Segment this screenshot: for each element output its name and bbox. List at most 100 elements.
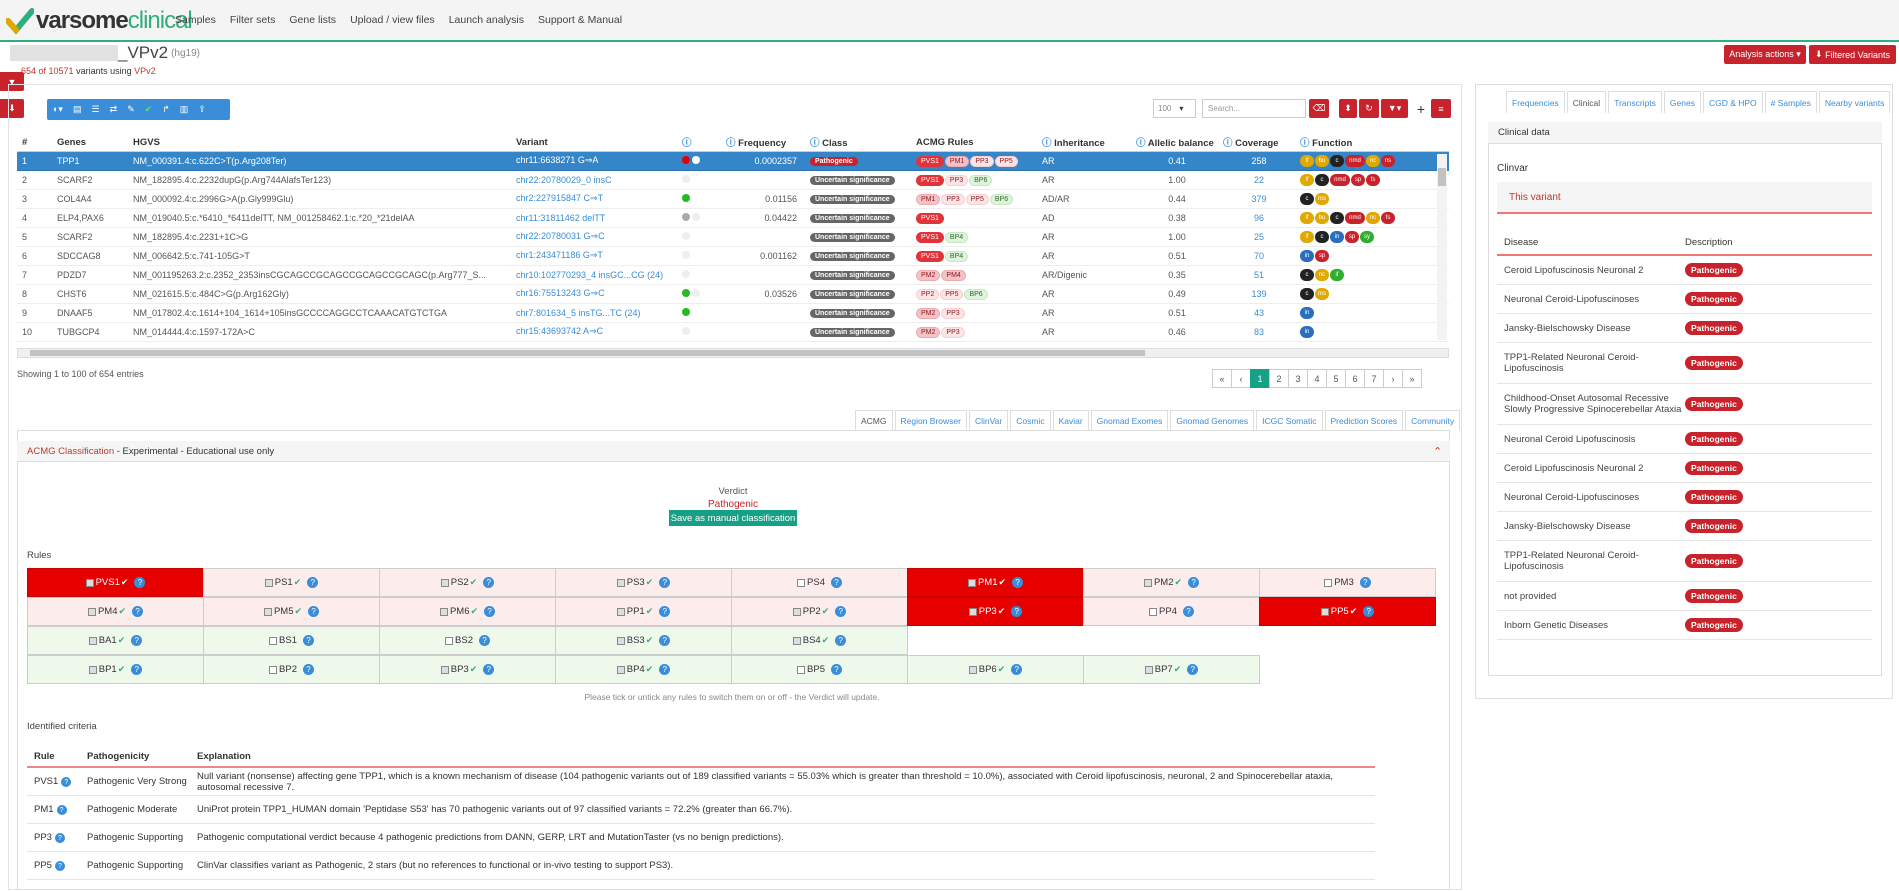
variant-link[interactable]: chr10:102770293_4 insGC...CG (24) xyxy=(516,270,663,280)
help-icon[interactable]: ? xyxy=(659,606,671,617)
rule-checkbox[interactable] xyxy=(968,607,977,616)
help-icon[interactable]: ? xyxy=(132,606,144,617)
rule-cell-ba1[interactable]: BA1 ✔? xyxy=(27,626,204,655)
help-icon[interactable]: ? xyxy=(134,577,146,588)
rule-checkbox[interactable] xyxy=(263,607,272,616)
collapse-chevron-icon[interactable]: ⌃ xyxy=(1433,445,1442,458)
rule-checkbox[interactable] xyxy=(616,665,625,674)
rule-cell-ps1[interactable]: PS1 ✔? xyxy=(203,568,380,597)
refresh-button[interactable]: ↻ xyxy=(1359,99,1379,118)
col-header-frequency[interactable]: ⓘ Frequency xyxy=(721,134,805,152)
page-button[interactable]: 1 xyxy=(1250,369,1270,388)
col-header-function[interactable]: ⓘ Function xyxy=(1295,134,1449,152)
rule-cell-pm3[interactable]: PM3? xyxy=(1259,568,1436,597)
rule-checkbox[interactable] xyxy=(1324,578,1333,587)
rule-cell-pp2[interactable]: PP2 ✔? xyxy=(731,597,908,626)
rule-cell-bp5[interactable]: BP5? xyxy=(731,655,908,684)
coverage-link[interactable]: 25 xyxy=(1254,232,1264,242)
variant-link[interactable]: chr2:227915847 C⇒T xyxy=(516,193,603,203)
coverage-link[interactable]: 51 xyxy=(1254,270,1264,280)
filter-menu-button[interactable]: ▼▾ xyxy=(1381,99,1408,118)
col-header-allelic[interactable]: ⓘ Allelic balance xyxy=(1131,134,1218,152)
variant-link[interactable]: chr11:6638271 G⇒A xyxy=(516,155,598,165)
tab-clinvar[interactable]: ClinVar xyxy=(968,410,1009,430)
rule-checkbox[interactable] xyxy=(797,665,806,674)
page-button[interactable]: 2 xyxy=(1269,369,1289,388)
rule-checkbox[interactable] xyxy=(264,578,273,587)
nav-support-manual[interactable]: Support & Manual xyxy=(538,14,622,26)
rule-cell-pm5[interactable]: PM5 ✔? xyxy=(203,597,380,626)
search-input[interactable]: Search... xyxy=(1202,99,1306,118)
nav-launch-analysis[interactable]: Launch analysis xyxy=(449,14,524,26)
help-icon[interactable]: ? xyxy=(131,635,143,646)
tab-nearby-variants[interactable]: Nearby variants xyxy=(1818,91,1891,113)
page-button[interactable]: 7 xyxy=(1364,369,1384,388)
rule-cell-bs1[interactable]: BS1? xyxy=(203,626,380,655)
rule-cell-bp7[interactable]: BP7 ✔? xyxy=(1083,655,1260,684)
coverage-link[interactable]: 139 xyxy=(1251,289,1266,299)
help-icon[interactable]: ? xyxy=(302,635,314,646)
tab-transcripts[interactable]: Transcripts xyxy=(1608,91,1662,113)
page-button[interactable]: ‹ xyxy=(1231,369,1251,388)
help-icon[interactable]: ? xyxy=(1182,606,1194,617)
page-button[interactable]: 6 xyxy=(1345,369,1365,388)
rule-checkbox[interactable] xyxy=(1143,578,1152,587)
rule-cell-pm4[interactable]: PM4 ✔? xyxy=(27,597,204,626)
page-button[interactable]: › xyxy=(1383,369,1403,388)
tab-acmg[interactable]: ACMG xyxy=(855,410,893,430)
add-button[interactable]: + xyxy=(1411,99,1431,118)
list-icon[interactable]: ☰ xyxy=(91,104,99,115)
help-icon[interactable]: ? xyxy=(659,635,671,646)
tab-gnomad-exomes[interactable]: Gnomad Exomes xyxy=(1090,410,1169,430)
help-icon[interactable]: ? xyxy=(835,635,847,646)
filter-link[interactable]: VPv2 xyxy=(134,66,156,76)
rule-cell-bp6[interactable]: BP6 ✔? xyxy=(907,655,1084,684)
page-button[interactable]: « xyxy=(1212,369,1232,388)
rule-checkbox[interactable] xyxy=(88,665,97,674)
coverage-link[interactable]: 70 xyxy=(1254,251,1264,261)
tab-prediction-scores[interactable]: Prediction Scores xyxy=(1324,410,1404,430)
col-header-inheritance[interactable]: ⓘ Inheritance xyxy=(1037,134,1131,152)
variant-link[interactable]: chr7:801634_5 insTG...TC (24) xyxy=(516,308,641,318)
help-icon[interactable]: ? xyxy=(483,577,495,588)
rule-cell-pm1[interactable]: PM1 ✔? xyxy=(907,568,1084,597)
rule-checkbox[interactable] xyxy=(85,578,94,587)
tab-gnomad-genomes[interactable]: Gnomad Genomes xyxy=(1170,410,1255,430)
rule-cell-pp5[interactable]: PP5 ✔? xyxy=(1259,597,1436,626)
analysis-actions-button[interactable]: Analysis actions ▾ xyxy=(1724,45,1806,64)
variant-link[interactable]: chr22:20780031 G⇒C xyxy=(516,231,605,241)
col-header-acmg[interactable]: ACMG Rules xyxy=(911,134,1037,152)
rule-checkbox[interactable] xyxy=(1320,607,1329,616)
col-header-info[interactable]: ⓘ xyxy=(677,134,721,152)
tab--samples[interactable]: # Samples xyxy=(1764,91,1817,113)
rule-checkbox[interactable] xyxy=(88,636,97,645)
this-variant-tab[interactable]: This variant xyxy=(1497,182,1872,214)
nav-samples[interactable]: Samples xyxy=(175,14,216,26)
table-horizontal-scrollbar[interactable] xyxy=(17,348,1449,358)
rule-cell-bp3[interactable]: BP3 ✔? xyxy=(379,655,556,684)
variant-link[interactable]: chr15:43693742 A⇒C xyxy=(516,326,603,336)
rule-checkbox[interactable] xyxy=(1144,665,1153,674)
swap-icon[interactable]: ⇄ xyxy=(110,104,118,115)
rule-checkbox[interactable] xyxy=(87,607,96,616)
help-icon[interactable]: ? xyxy=(54,833,65,844)
document-icon[interactable]: ▤ xyxy=(73,104,82,115)
rule-checkbox[interactable] xyxy=(440,665,449,674)
help-icon[interactable]: ? xyxy=(478,635,490,646)
rule-cell-bs2[interactable]: BS2? xyxy=(379,626,556,655)
tab-cosmic[interactable]: Cosmic xyxy=(1010,410,1051,430)
help-icon[interactable]: ? xyxy=(61,777,72,788)
rule-checkbox[interactable] xyxy=(445,636,454,645)
col-header-genes[interactable]: Genes xyxy=(52,134,128,152)
nav-gene-lists[interactable]: Gene lists xyxy=(289,14,336,26)
table-row[interactable]: 3 COL4A4 NM_000092.4:c.2996G>A(p.Gly999Glu… xyxy=(17,189,1449,209)
variant-link[interactable]: chr1:243471186 G⇒T xyxy=(516,250,603,260)
menu-button[interactable]: ≡ xyxy=(1431,99,1451,118)
rule-checkbox[interactable] xyxy=(967,578,976,587)
help-icon[interactable]: ? xyxy=(302,664,314,675)
rule-checkbox[interactable] xyxy=(792,607,801,616)
col-header-class[interactable]: ⓘ Class xyxy=(805,134,911,152)
rule-cell-bp4[interactable]: BP4 ✔? xyxy=(555,655,732,684)
rule-cell-ps4[interactable]: PS4? xyxy=(731,568,908,597)
table-row[interactable]: 10 TUBGCP4 NM_014444.4:c.1597-172A>C chr15:… xyxy=(17,322,1449,342)
